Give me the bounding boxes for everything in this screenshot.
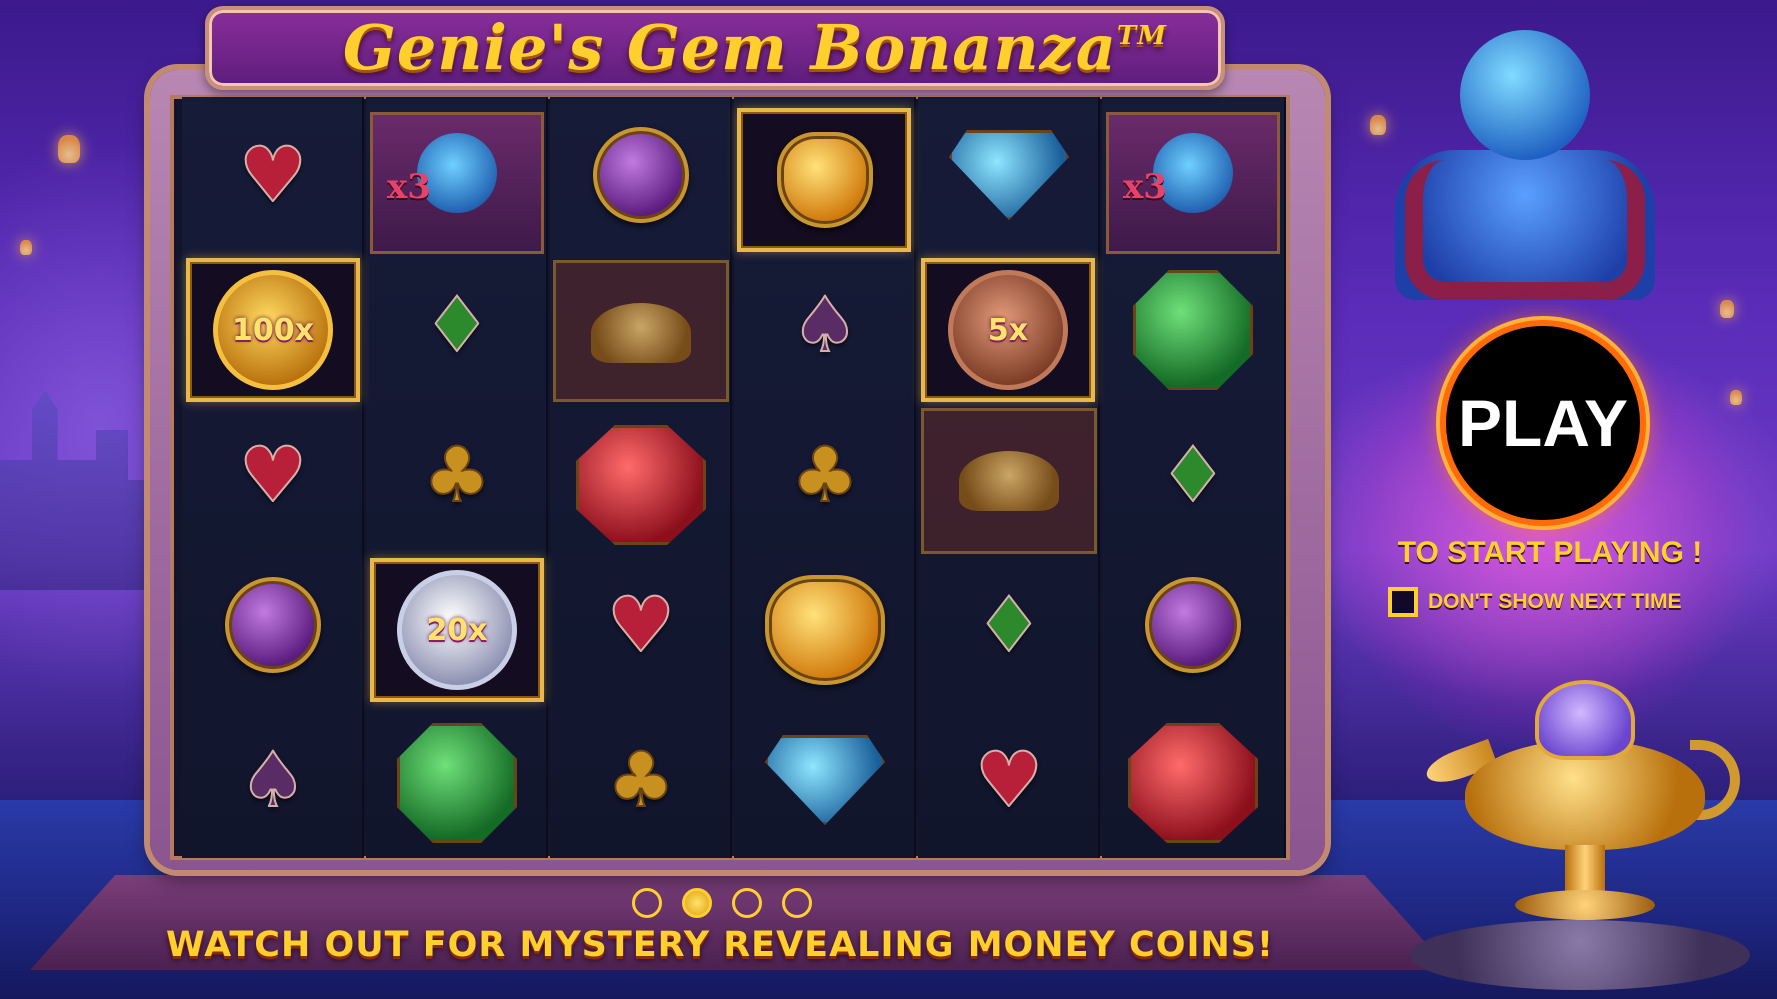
green-gem-icon [397,723,517,843]
genie-vest [1405,160,1645,300]
money-coin: 5x [948,270,1068,390]
red-gem-symbol [550,410,732,560]
club-symbol: ♣ [550,705,732,855]
lamp-foot [1515,890,1655,920]
purple-gem-symbol [1102,550,1284,700]
red-gem-symbol [1102,708,1284,858]
spade-symbol: ♠ [182,705,364,855]
page-dot-3[interactable] [732,888,762,918]
diamond-suit-symbol: ♦ [1102,400,1284,550]
money-coin: 100x [213,270,333,390]
heart-icon: ♥ [974,735,1044,824]
green-gem-icon [1133,270,1253,390]
purple-gem-icon [1145,577,1241,673]
heart-symbol: ♥ [182,100,364,250]
heart-icon: ♥ [238,130,308,219]
heart-symbol: ♥ [550,550,732,700]
blue-gem-symbol [918,100,1100,250]
yellow-gem-symbol [734,555,916,705]
purple-gem-symbol [182,550,364,700]
magic-lamp-tile [921,408,1097,554]
spade-symbol: ♠ [734,250,916,400]
trademark-symbol: TM [1116,21,1168,51]
heart-symbol: ♥ [182,400,364,550]
club-icon: ♣ [606,735,676,824]
magic-lamp-illustration [1422,660,1745,940]
green-gem-symbol [366,708,548,858]
dont-show-checkbox[interactable] [1388,587,1418,617]
heart-symbol: ♥ [918,705,1100,855]
lantern-icon [58,135,80,163]
green-gem-symbol [1102,255,1284,405]
genie-head [1460,30,1590,160]
blue-gem-symbol [734,705,916,855]
purple-gem-icon [593,127,689,223]
lamp-stem [1565,845,1605,895]
club-symbol: ♣ [366,400,548,550]
genie-character [1375,10,1675,300]
magic-lamp-icon [591,303,691,363]
dont-show-label: DON'T SHOW NEXT TIME [1428,590,1682,613]
club-icon: ♣ [422,430,492,519]
page-indicator [632,888,812,918]
purple-gem-symbol [550,100,732,250]
diamond-suit-icon: ♦ [422,280,492,369]
diamond-suit-icon: ♦ [1158,430,1228,519]
lantern-icon [20,240,32,255]
blue-gem-icon [765,735,885,825]
yellow-gem-icon [777,132,873,228]
game-title: Genie's Gem BonanzaTM [230,6,1280,90]
page-dot-4[interactable] [782,888,812,918]
multiplier-label: x3 [387,167,431,207]
page-dot-2[interactable] [682,888,712,918]
genie-multiplier-tile: x3 [1106,112,1280,254]
feature-caption: WATCH OUT FOR MYSTERY REVEALING MONEY CO… [166,925,1274,965]
spade-icon: ♠ [238,735,308,824]
diamond-suit-symbol: ♦ [366,250,548,400]
lantern-icon [1720,300,1734,318]
blue-gem-icon [949,130,1069,220]
magic-lamp-tile [553,260,729,402]
money-coin: 20x [397,570,517,690]
start-playing-text: TO START PLAYING ! [1397,536,1703,569]
play-button[interactable]: PLAY [1440,320,1646,526]
diamond-suit-symbol: ♦ [918,550,1100,700]
magic-lamp-icon [959,451,1059,511]
diamond-suit-icon: ♦ [974,580,1044,669]
purple-gem-icon [225,577,321,673]
multiplier-label: x3 [1123,167,1167,207]
lantern-icon [1730,390,1742,405]
lamp-lid [1535,680,1635,760]
game-title-text: Genie's Gem Bonanza [342,11,1117,84]
yellow-gem-icon [765,575,885,685]
club-icon: ♣ [790,430,860,519]
spade-icon: ♠ [790,280,860,369]
genie-multiplier-tile: x3 [370,112,544,254]
dont-show-toggle[interactable]: DON'T SHOW NEXT TIME [1388,587,1682,617]
club-symbol: ♣ [734,400,916,550]
heart-icon: ♥ [238,430,308,519]
red-gem-icon [1128,723,1258,843]
page-dot-1[interactable] [632,888,662,918]
heart-icon: ♥ [606,580,676,669]
red-gem-icon [576,425,706,545]
yellow-gem-symbol [734,105,916,255]
